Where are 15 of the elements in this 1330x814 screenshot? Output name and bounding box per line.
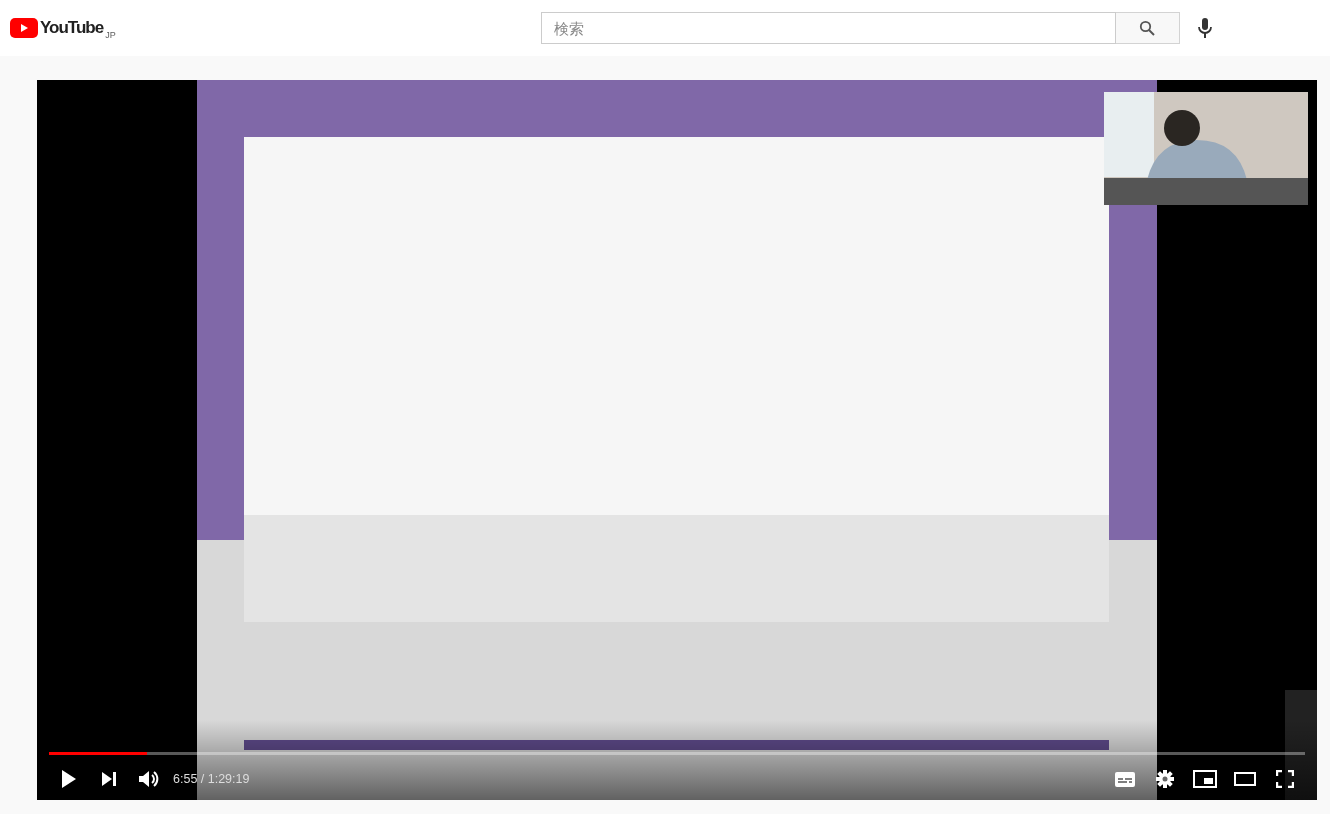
youtube-logo-icon[interactable] bbox=[10, 18, 38, 38]
time-display: 6:55 / 1:29:19 bbox=[173, 772, 250, 786]
play-icon bbox=[62, 770, 76, 788]
volume-icon bbox=[139, 769, 159, 789]
miniplayer-icon bbox=[1193, 770, 1217, 788]
logo-text[interactable]: YouTube bbox=[40, 17, 104, 39]
next-icon bbox=[102, 772, 116, 786]
search-button[interactable] bbox=[1115, 12, 1180, 44]
settings-icon bbox=[1156, 770, 1174, 788]
microphone-icon bbox=[1197, 18, 1212, 38]
region-label: JP bbox=[105, 29, 116, 40]
theater-icon bbox=[1234, 772, 1256, 786]
fullscreen-icon bbox=[1276, 770, 1294, 788]
search-icon bbox=[1139, 20, 1156, 36]
search-field[interactable]: 検索 bbox=[540, 12, 1116, 44]
